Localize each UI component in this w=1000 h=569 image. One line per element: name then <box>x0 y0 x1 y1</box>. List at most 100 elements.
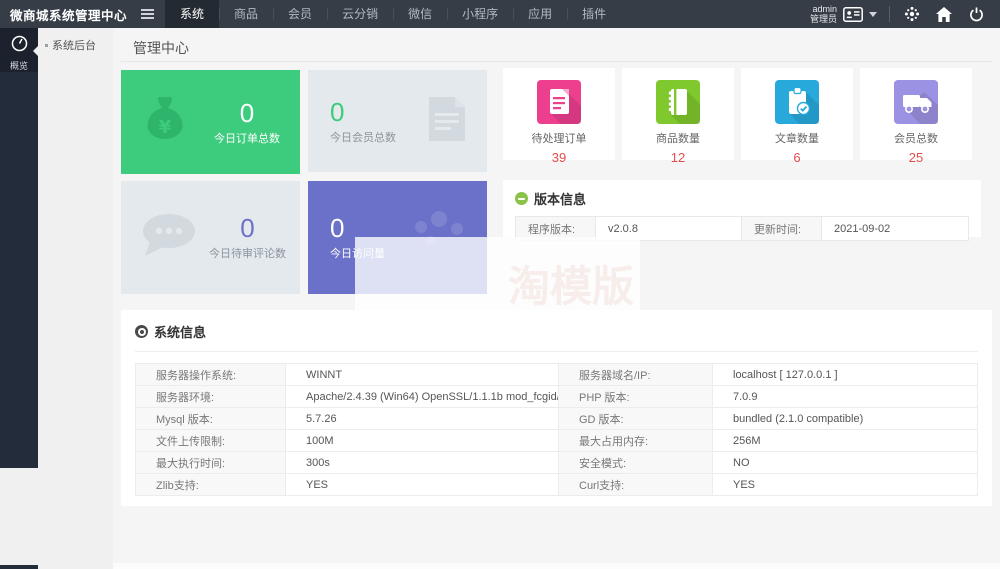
stat-label: 商品数量 <box>622 130 734 146</box>
stat-value: 12 <box>622 150 734 165</box>
article-icon <box>775 80 819 124</box>
stat-label: 今日待审评论数 <box>209 245 286 261</box>
sidebar-item-label: 概览 <box>0 59 38 72</box>
bottom-strip <box>113 563 1000 569</box>
nav-tab-system[interactable]: 系统 <box>165 0 219 28</box>
table-row: Zlib支持: YES Curl支持: YES <box>136 474 978 496</box>
stat-label: 文章数量 <box>741 130 853 146</box>
order-icon <box>537 80 581 124</box>
nav-tab-plugins[interactable]: 插件 <box>567 0 621 28</box>
updated-label: 更新时间: <box>742 217 822 241</box>
nav-tab-wechat[interactable]: 微信 <box>393 0 447 28</box>
members-total-card[interactable]: 会员总数 25 <box>860 68 972 160</box>
today-visits-card[interactable]: 0 今日访问量 <box>308 181 487 294</box>
info-label: 文件上传限制: <box>136 430 286 452</box>
section-title: 系统信息 <box>154 322 206 341</box>
info-value: WINNT <box>286 364 559 386</box>
dots-decoration <box>409 207 473 258</box>
hamburger-menu-icon[interactable] <box>135 0 159 28</box>
stat-value: 0 <box>214 99 280 127</box>
info-label: 服务器操作系统: <box>136 364 286 386</box>
stat-value: 6 <box>741 150 853 165</box>
table-row: 服务器操作系统: WINNT 服务器域名/IP: localhost [ 127… <box>136 364 978 386</box>
page-header: 管理中心 <box>121 28 992 62</box>
chat-bubble-icon <box>139 210 199 265</box>
main-nav: 系统 商品 会员 云分销 微信 小程序 应用 插件 <box>165 0 621 28</box>
system-info-table: 服务器操作系统: WINNT 服务器域名/IP: localhost [ 127… <box>135 363 978 496</box>
info-value: 7.0.9 <box>713 386 978 408</box>
nav-tab-goods[interactable]: 商品 <box>219 0 273 28</box>
info-label: Zlib支持: <box>136 474 286 496</box>
version-info-section: 版本信息 程序版本: v2.0.8 更新时间: 2021-09-02 <box>503 180 981 237</box>
info-value: YES <box>286 474 559 496</box>
table-row: 文件上传限制: 100M 最大占用内存: 256M <box>136 430 978 452</box>
sidebar-rail: 概览 <box>0 28 38 468</box>
stat-value: 0 <box>330 214 385 242</box>
dashboard-cards: ¥ 0 今日订单总数 0 今日会员总数 0 今日待审评论数 <box>121 70 487 295</box>
app-title: 微商城系统管理中心 <box>0 5 135 24</box>
nav-tab-apps[interactable]: 应用 <box>513 0 567 28</box>
info-value: 300s <box>286 452 559 474</box>
stat-label: 会员总数 <box>860 130 972 146</box>
stat-label: 今日订单总数 <box>214 130 280 146</box>
nav-tab-miniprogram[interactable]: 小程序 <box>447 0 513 28</box>
stat-value: 0 <box>209 214 286 242</box>
goods-icon <box>656 80 700 124</box>
user-menu[interactable]: admin 管理员 <box>810 0 877 28</box>
section-title: 版本信息 <box>534 189 586 208</box>
info-value: YES <box>713 474 978 496</box>
version-label: 程序版本: <box>516 217 596 241</box>
info-label: 最大执行时间: <box>136 452 286 474</box>
submenu-active-arrow <box>33 46 38 56</box>
pending-orders-card[interactable]: 待处理订单 39 <box>503 68 615 160</box>
nav-tab-distribution[interactable]: 云分销 <box>327 0 393 28</box>
info-label: GD 版本: <box>559 408 713 430</box>
today-orders-card[interactable]: ¥ 0 今日订单总数 <box>121 70 300 174</box>
nav-tab-members[interactable]: 会员 <box>273 0 327 28</box>
version-table: 程序版本: v2.0.8 更新时间: 2021-09-02 <box>515 216 969 241</box>
system-info-section: 系统信息 服务器操作系统: WINNT 服务器域名/IP: localhost … <box>121 310 992 506</box>
info-label: Mysql 版本: <box>136 408 286 430</box>
info-value: 256M <box>713 430 978 452</box>
money-bag-icon: ¥ <box>137 92 193 153</box>
clear-cache-icon[interactable] <box>902 0 922 28</box>
rail-bottom-strip <box>0 565 38 569</box>
articles-count-card[interactable]: 文章数量 6 <box>741 68 853 160</box>
top-header: 微商城系统管理中心 系统 商品 会员 云分销 微信 小程序 应用 插件 admi… <box>0 0 1000 28</box>
page-title: 管理中心 <box>133 38 189 58</box>
main-content: 管理中心 ¥ 0 今日订单总数 0 今日会员总数 <box>113 28 1000 569</box>
logout-power-icon[interactable] <box>966 0 986 28</box>
today-comments-card[interactable]: 0 今日待审评论数 <box>121 181 300 294</box>
version-icon <box>515 192 528 205</box>
table-row: Mysql 版本: 5.7.26 GD 版本: bundled (2.1.0 c… <box>136 408 978 430</box>
stat-label: 待处理订单 <box>503 130 615 146</box>
updated-value: 2021-09-02 <box>822 217 969 241</box>
truck-icon <box>894 80 938 124</box>
id-card-icon <box>843 0 863 28</box>
info-label: Curl支持: <box>559 474 713 496</box>
submenu-item-system-backend[interactable]: 系统后台 <box>38 28 113 62</box>
svg-text:¥: ¥ <box>159 117 172 138</box>
stat-value: 0 <box>330 98 396 126</box>
home-icon[interactable] <box>934 0 954 28</box>
goods-count-card[interactable]: 商品数量 12 <box>622 68 734 160</box>
info-value: NO <box>713 452 978 474</box>
section-divider <box>135 351 978 352</box>
username: admin <box>810 4 837 14</box>
table-row: 服务器环境: Apache/2.4.39 (Win64) OpenSSL/1.1… <box>136 386 978 408</box>
info-label: 服务器域名/IP: <box>559 364 713 386</box>
summary-stats: 待处理订单 39 商品数量 12 文章数量 6 会员总数 25 <box>503 68 972 160</box>
info-value: localhost [ 127.0.0.1 ] <box>713 364 978 386</box>
table-row: 最大执行时间: 300s 安全模式: NO <box>136 452 978 474</box>
info-label: PHP 版本: <box>559 386 713 408</box>
target-icon <box>135 325 148 338</box>
user-role: 管理员 <box>810 14 837 24</box>
info-label: 服务器环境: <box>136 386 286 408</box>
info-value: Apache/2.4.39 (Win64) OpenSSL/1.1.1b mod… <box>286 386 559 408</box>
info-value: 5.7.26 <box>286 408 559 430</box>
stat-label: 今日会员总数 <box>330 129 396 145</box>
document-icon <box>421 91 473 152</box>
stat-value: 25 <box>860 150 972 165</box>
today-members-card[interactable]: 0 今日会员总数 <box>308 70 487 172</box>
chevron-down-icon <box>869 12 877 17</box>
